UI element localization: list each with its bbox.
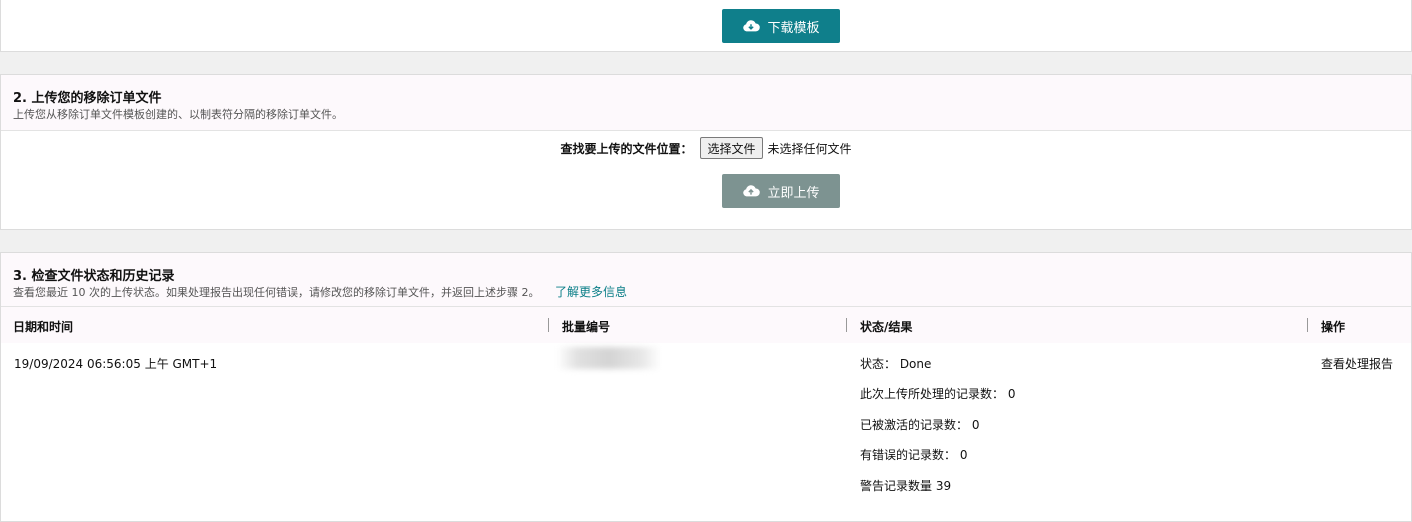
status-line: 已被激活的记录数： 0 bbox=[860, 418, 980, 432]
upload-file-panel: 2. 上传您的移除订单文件 上传您从移除订单文件模板创建的、以制表符分隔的移除订… bbox=[0, 74, 1412, 230]
column-header-action: 操作 bbox=[1321, 320, 1346, 334]
column-divider bbox=[548, 318, 549, 332]
upload-section-header: 2. 上传您的移除订单文件 上传您从移除订单文件模板创建的、以制表符分隔的移除订… bbox=[1, 75, 1411, 131]
download-template-label: 下载模板 bbox=[767, 20, 820, 36]
choose-file-button[interactable]: 选择文件 bbox=[700, 137, 763, 159]
history-table-header: 日期和时间 批量编号 状态/结果 操作 bbox=[1, 307, 1411, 343]
column-header-status: 状态/结果 bbox=[860, 320, 913, 334]
download-template-button[interactable]: 下载模板 bbox=[722, 9, 840, 43]
file-picker-row: 查找要上传的文件位置： 选择文件 未选择任何文件 bbox=[1, 137, 1411, 159]
column-divider bbox=[1307, 318, 1308, 332]
history-panel: 3. 检查文件状态和历史记录 查看您最近 10 次的上传状态。如果处理报告出现任… bbox=[0, 252, 1412, 522]
status-line: 有错误的记录数： 0 bbox=[860, 448, 968, 462]
history-subtitle-text: 查看您最近 10 次的上传状态。如果处理报告出现任何错误，请修改您的移除订单文件… bbox=[13, 286, 540, 299]
cloud-download-icon bbox=[743, 20, 761, 32]
history-section-subtitle: 查看您最近 10 次的上传状态。如果处理报告出现任何错误，请修改您的移除订单文件… bbox=[13, 283, 627, 300]
file-status-text: 未选择任何文件 bbox=[767, 141, 852, 156]
learn-more-link[interactable]: 了解更多信息 bbox=[555, 285, 627, 299]
status-line: 警告记录数量 39 bbox=[860, 479, 952, 493]
history-section-header: 3. 检查文件状态和历史记录 查看您最近 10 次的上传状态。如果处理报告出现任… bbox=[1, 253, 1411, 307]
redacted-batch-id bbox=[557, 347, 661, 369]
column-header-batch-id: 批量编号 bbox=[562, 320, 611, 334]
upload-section-title: 2. 上传您的移除订单文件 bbox=[13, 91, 162, 106]
view-processing-report-link[interactable]: 查看处理报告 bbox=[1321, 355, 1393, 372]
file-location-label: 查找要上传的文件位置： bbox=[560, 141, 693, 156]
upload-now-label: 立即上传 bbox=[767, 185, 820, 201]
column-divider bbox=[846, 318, 847, 332]
row-datetime: 19/09/2024 06:56:05 上午 GMT+1 bbox=[14, 357, 218, 371]
history-section-title: 3. 检查文件状态和历史记录 bbox=[13, 269, 175, 284]
download-template-panel: 下载模板 bbox=[0, 0, 1412, 52]
column-header-datetime: 日期和时间 bbox=[13, 320, 74, 334]
status-line: 此次上传所处理的记录数： 0 bbox=[860, 387, 1016, 401]
status-line: 状态： Done bbox=[860, 357, 932, 371]
upload-section-subtitle: 上传您从移除订单文件模板创建的、以制表符分隔的移除订单文件。 bbox=[13, 108, 343, 121]
cloud-upload-icon bbox=[743, 185, 761, 197]
upload-now-button[interactable]: 立即上传 bbox=[722, 174, 840, 208]
